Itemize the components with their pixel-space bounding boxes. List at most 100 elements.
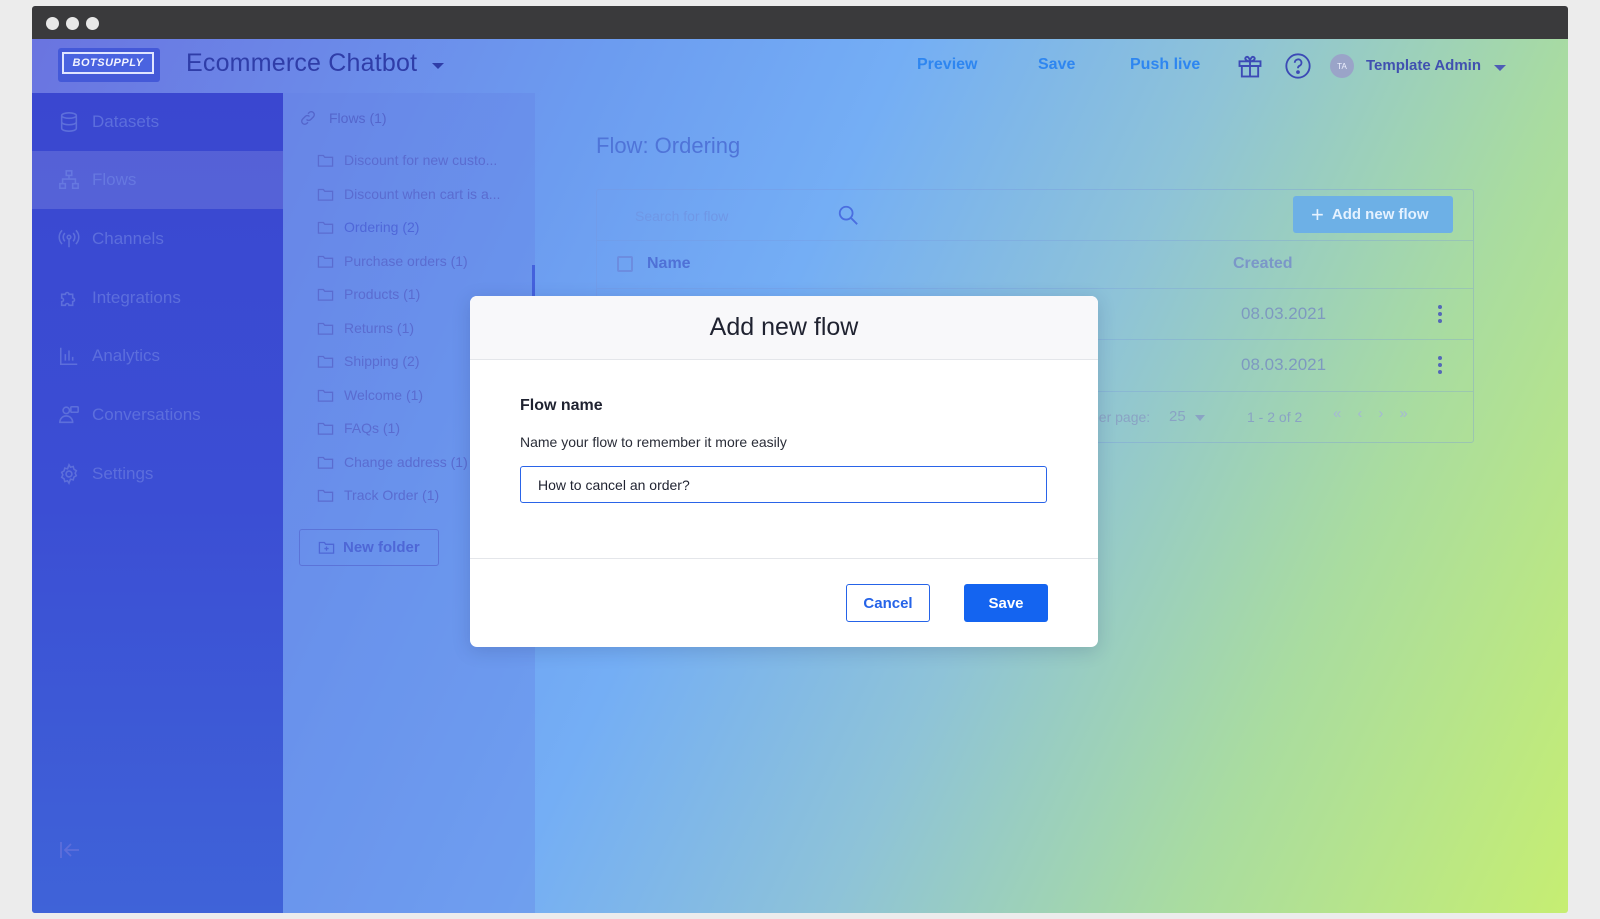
folder-label: Products (1): [344, 286, 421, 302]
dialog-header: Add new flow: [470, 296, 1098, 360]
folder-icon: [317, 354, 334, 369]
window-minimize-dot[interactable]: [66, 17, 79, 30]
folder-icon: [317, 220, 334, 235]
help-icon[interactable]: [1284, 52, 1312, 80]
save-link[interactable]: Save: [1038, 56, 1075, 74]
sidebar: Datasets Flows Channels Integrations Ana…: [32, 93, 283, 913]
new-folder-label: New folder: [343, 539, 420, 556]
page-title: Flow: Ordering: [596, 133, 741, 158]
folder-item[interactable]: Shipping (2): [317, 351, 420, 371]
folder-item[interactable]: Discount for new custo...: [317, 150, 497, 170]
push-live-link[interactable]: Push live: [1130, 56, 1200, 74]
flow-name-help-text: Name your flow to remember it more easil…: [520, 434, 787, 450]
folder-label: Discount when cart is a...: [344, 186, 501, 202]
sidebar-item-label: Datasets: [92, 112, 160, 131]
preview-link[interactable]: Preview: [917, 56, 977, 74]
folder-icon: [317, 388, 334, 403]
plus-icon: +: [1311, 201, 1324, 227]
project-title[interactable]: Ecommerce Chatbot: [186, 49, 417, 78]
sidebar-item-settings[interactable]: Settings: [32, 445, 283, 503]
folder-item-active[interactable]: Ordering (2): [317, 217, 419, 237]
cancel-button[interactable]: Cancel: [846, 584, 930, 622]
folder-icon: [317, 153, 334, 168]
user-avatar[interactable]: TA: [1330, 54, 1354, 78]
folder-item[interactable]: FAQs (1): [317, 418, 400, 438]
sidebar-item-channels[interactable]: Channels: [32, 210, 283, 268]
folder-icon: [317, 287, 334, 302]
project-dropdown-caret-icon[interactable]: [432, 63, 444, 69]
sidebar-item-conversations[interactable]: Conversations: [32, 386, 283, 444]
window-titlebar: [32, 6, 1568, 39]
folder-item[interactable]: Discount when cart is a...: [317, 184, 500, 204]
folder-icon: [317, 321, 334, 336]
new-folder-button[interactable]: New folder: [299, 529, 439, 566]
window-maximize-dot[interactable]: [86, 17, 99, 30]
gift-icon[interactable]: [1236, 52, 1264, 80]
row-created-date: 08.03.2021: [1241, 304, 1327, 323]
column-header-created[interactable]: Created: [1233, 255, 1293, 273]
dialog-title: Add new flow: [709, 313, 859, 341]
folder-item[interactable]: Returns (1): [317, 318, 414, 338]
more-options-icon[interactable]: [1437, 353, 1443, 377]
folder-icon: [317, 187, 334, 202]
folder-item[interactable]: Track Order (1): [317, 485, 439, 505]
row-created-date: 08.03.2021: [1241, 355, 1327, 374]
dialog-footer-divider: [470, 558, 1098, 559]
search-icon[interactable]: [837, 204, 859, 226]
search-input[interactable]: Search for flow: [635, 208, 728, 224]
page-nav-arrows-icon[interactable]: «‹›»: [1333, 405, 1424, 422]
top-header: BOTSUPPLY Ecommerce Chatbot Preview Save…: [32, 39, 1568, 93]
flow-name-label: Flow name: [520, 397, 603, 414]
sidebar-item-datasets[interactable]: Datasets: [32, 93, 283, 151]
folder-label: Welcome (1): [344, 387, 424, 403]
folder-icon: [317, 254, 334, 269]
select-all-checkbox[interactable]: [617, 256, 633, 272]
broadcast-icon: [58, 228, 80, 250]
folders-header[interactable]: Flows (1): [299, 107, 387, 129]
collapse-sidebar-icon[interactable]: [58, 838, 82, 862]
page-range: 1 - 2 of 2: [1247, 409, 1303, 425]
add-new-flow-dialog: Add new flow Flow name Name your flow to…: [470, 296, 1098, 647]
app-container: BOTSUPPLY Ecommerce Chatbot Preview Save…: [32, 39, 1568, 913]
save-button[interactable]: Save: [964, 584, 1048, 622]
flows-icon: [58, 169, 80, 191]
add-new-flow-button[interactable]: + Add new flow: [1293, 196, 1453, 233]
folder-label: Ordering (2): [344, 219, 420, 235]
gear-icon: [58, 463, 80, 485]
flow-name-input[interactable]: [520, 466, 1047, 503]
column-header-name[interactable]: Name: [647, 255, 691, 273]
sidebar-item-label: Flows: [92, 170, 137, 189]
sidebar-item-flows[interactable]: Flows: [32, 151, 283, 209]
folder-label: Shipping (2): [344, 353, 420, 369]
browser-window: BOTSUPPLY Ecommerce Chatbot Preview Save…: [32, 6, 1568, 913]
search-box[interactable]: Search for flow: [613, 198, 863, 232]
link-icon: [299, 109, 317, 127]
folder-label: Track Order (1): [344, 487, 440, 503]
puzzle-icon: [58, 287, 80, 309]
folder-item[interactable]: Products (1): [317, 284, 420, 304]
sidebar-item-label: Channels: [92, 229, 164, 248]
window-close-dot[interactable]: [46, 17, 59, 30]
sidebar-item-analytics[interactable]: Analytics: [32, 327, 283, 385]
folder-item[interactable]: Welcome (1): [317, 385, 423, 405]
users-icon: [58, 404, 80, 426]
bar-chart-icon: [58, 345, 80, 367]
folder-item[interactable]: Change address (1): [317, 452, 468, 472]
logo-text: BOTSUPPLY: [62, 52, 154, 74]
folder-plus-icon: [318, 540, 335, 555]
folder-item[interactable]: Purchase orders (1): [317, 251, 468, 271]
table-header: Name Created: [597, 240, 1473, 288]
per-page-label: per page:: [1091, 409, 1151, 425]
user-name[interactable]: Template Admin: [1366, 57, 1481, 74]
folder-label: Change address (1): [344, 454, 468, 470]
user-menu-caret-icon[interactable]: [1494, 65, 1506, 71]
folder-label: Discount for new custo...: [344, 152, 498, 168]
more-options-icon[interactable]: [1437, 302, 1443, 326]
per-page-select[interactable]: 25: [1169, 408, 1186, 425]
botsupply-logo[interactable]: BOTSUPPLY: [58, 48, 160, 82]
add-new-flow-label: Add new flow: [1331, 206, 1429, 223]
per-page-caret-icon[interactable]: [1195, 415, 1205, 421]
sidebar-item-integrations[interactable]: Integrations: [32, 269, 283, 327]
active-folder-indicator: [532, 265, 535, 297]
sidebar-item-label: Conversations: [92, 405, 201, 424]
